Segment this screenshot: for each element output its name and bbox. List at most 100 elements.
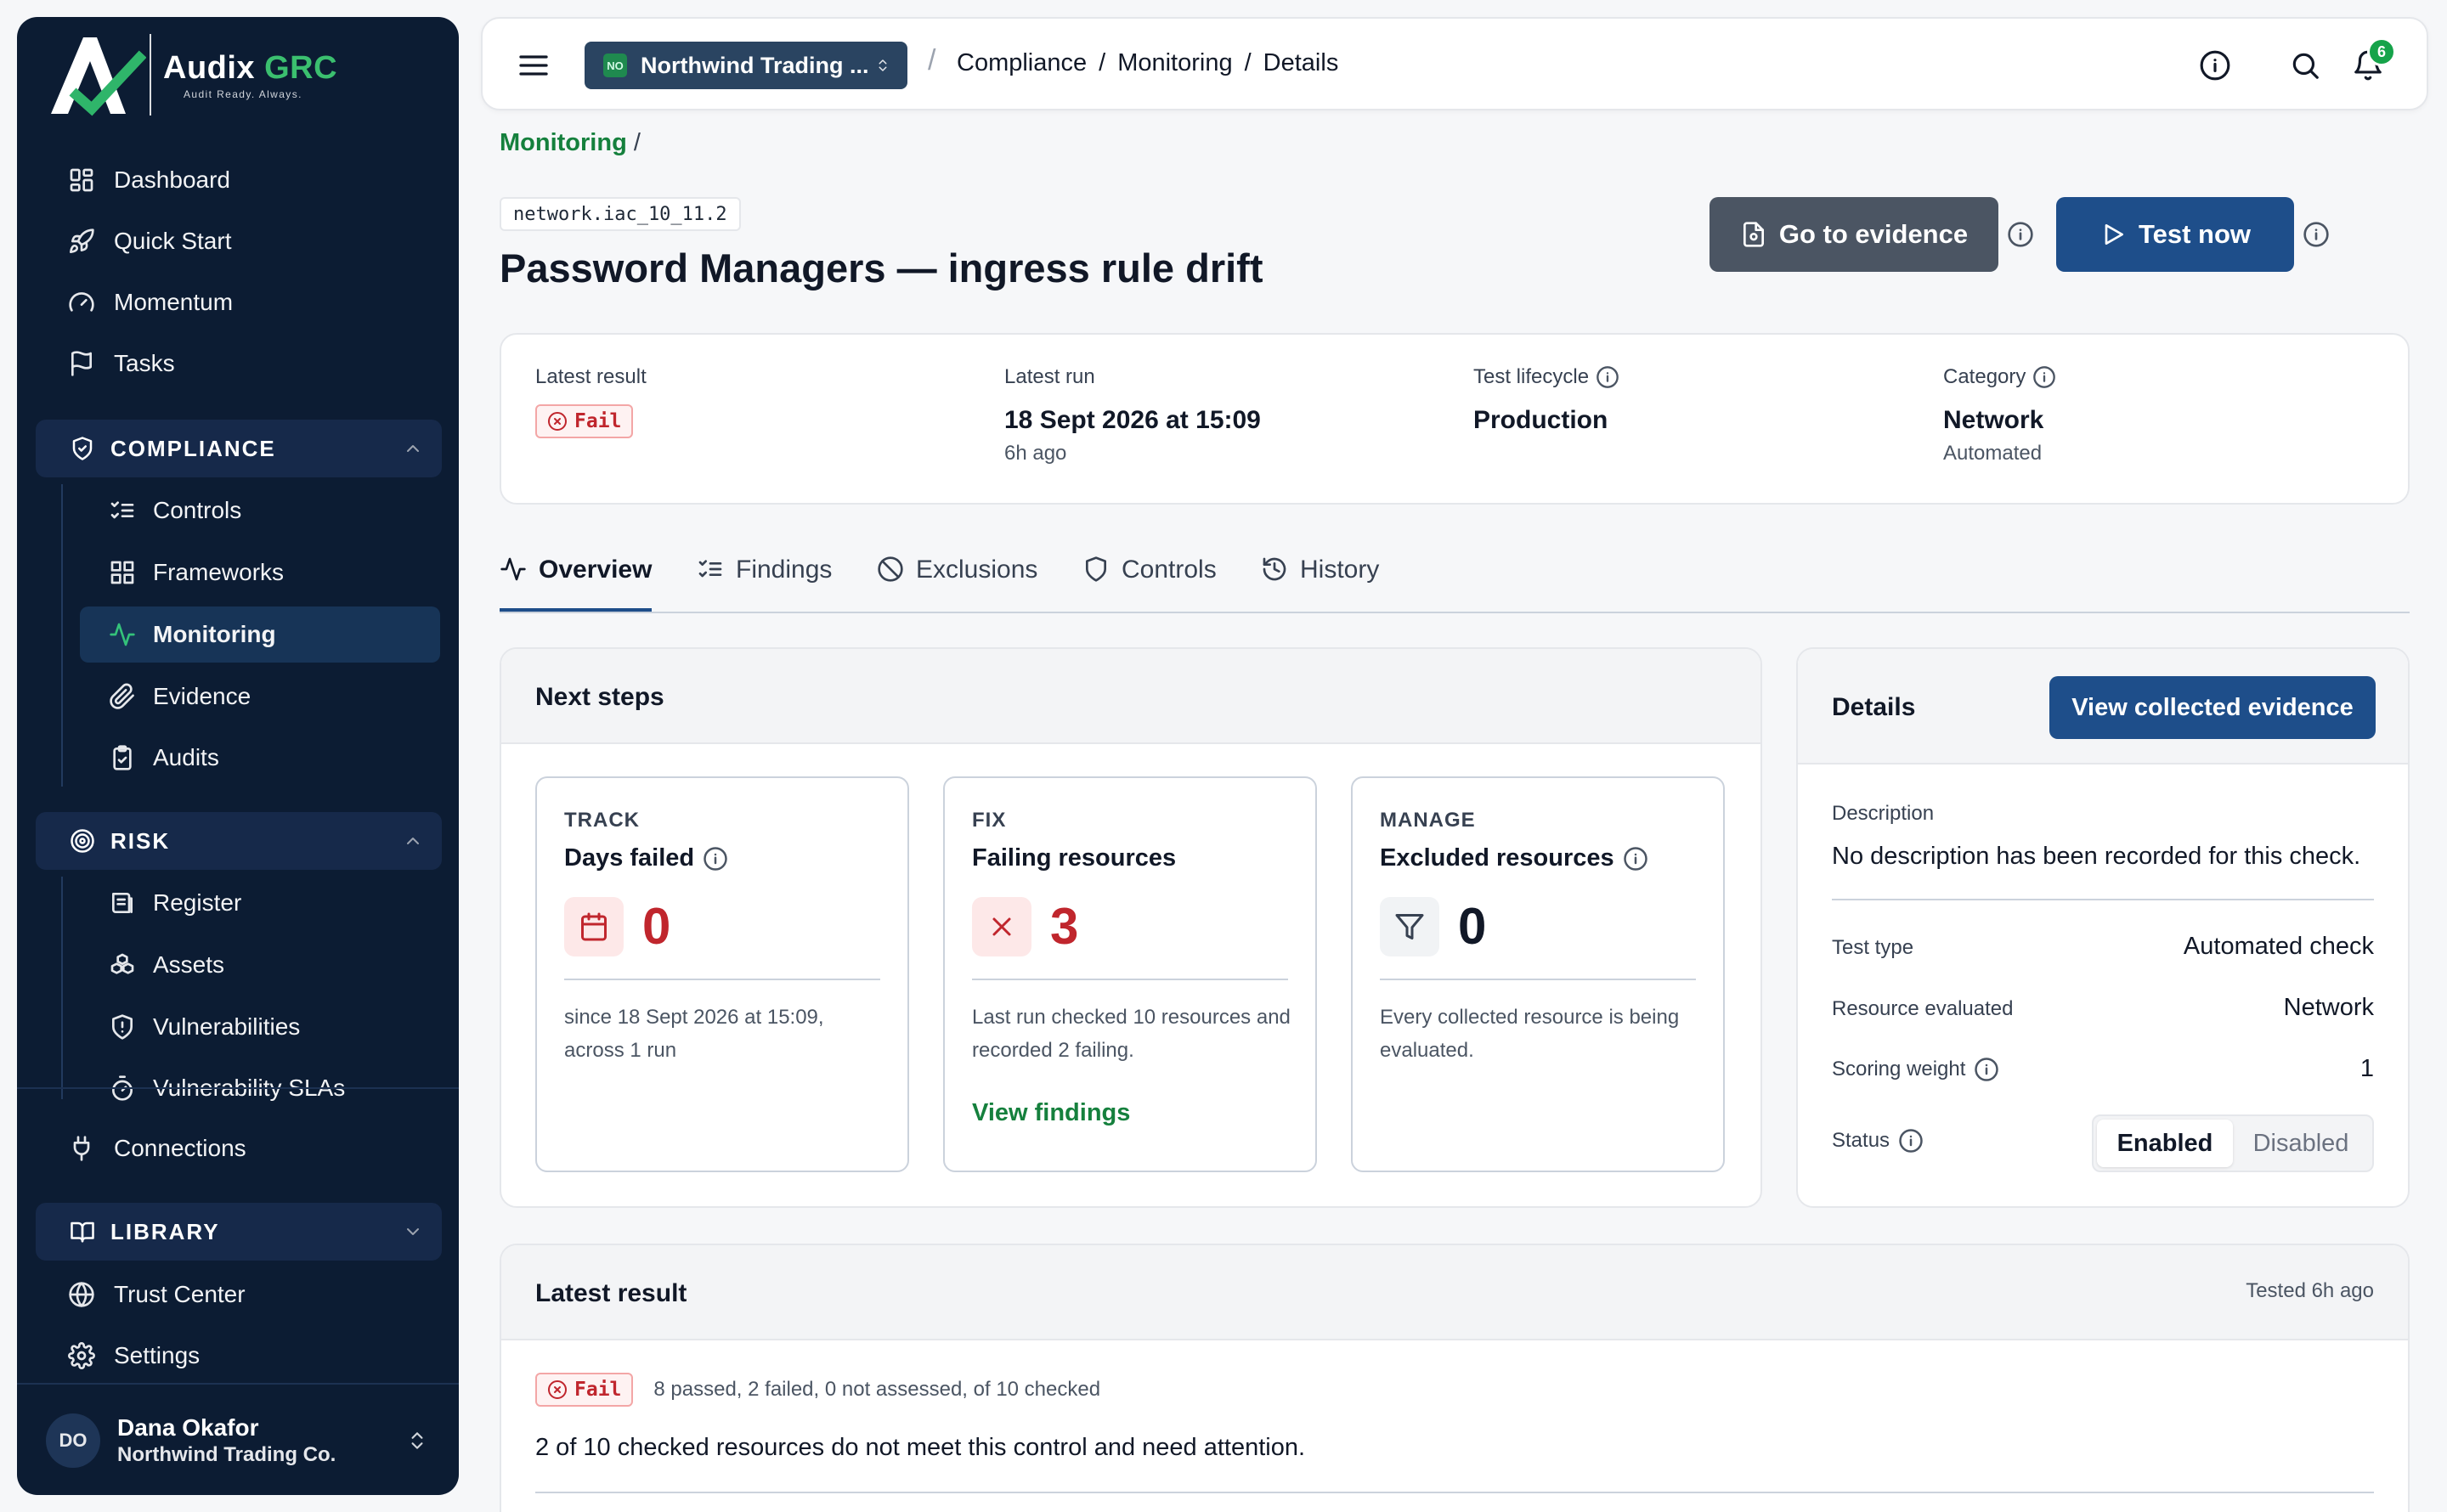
- view-collected-evidence-button[interactable]: View collected evidence: [2049, 676, 2376, 739]
- ban-icon: [878, 556, 903, 582]
- go-to-evidence-button[interactable]: Go to evidence: [1710, 197, 1998, 272]
- breadcrumb-separator: /: [633, 129, 641, 156]
- monitoring-link[interactable]: Monitoring: [500, 129, 627, 156]
- info-icon[interactable]: [2199, 49, 2231, 82]
- summary-value: Network: [1943, 406, 2044, 434]
- sidebar-item-quick-start[interactable]: Quick Start: [34, 214, 442, 268]
- calendar-icon-box: [564, 897, 624, 956]
- info-icon[interactable]: [2032, 365, 2056, 389]
- sidebar-item-label: Register: [153, 889, 242, 916]
- group-risk[interactable]: RISK: [36, 812, 442, 870]
- sidebar-item-controls[interactable]: Controls: [80, 482, 440, 539]
- user-menu[interactable]: DO Dana Okafor Northwind Trading Co.: [17, 1386, 459, 1495]
- info-icon[interactable]: [1974, 1057, 1999, 1082]
- compliance-tree-line: [61, 484, 63, 787]
- summary-lifecycle: Test lifecycle Production: [1473, 365, 1619, 435]
- tab-label: Exclusions: [916, 556, 1038, 584]
- sidebar-item-evidence[interactable]: Evidence: [80, 669, 440, 725]
- days-failed-count: 0: [642, 898, 671, 955]
- panel-header: Details View collected evidence: [1798, 649, 2408, 764]
- target-icon: [71, 829, 94, 853]
- breadcrumb: Compliance / Monitoring / Details: [957, 49, 1338, 77]
- sidebar-item-frameworks[interactable]: Frameworks: [80, 544, 440, 601]
- search-icon[interactable]: [2289, 49, 2321, 82]
- sidebar-item-label: Frameworks: [153, 559, 285, 585]
- grid-icon: [110, 561, 134, 584]
- menu-icon[interactable]: [517, 48, 551, 82]
- card-description: since 18 Sept 2026 at 15:09, across 1 ru…: [564, 1006, 824, 1062]
- boxes-icon: [110, 953, 134, 974]
- sidebar-item-vulnerabilities[interactable]: Vulnerabilities: [80, 999, 440, 1055]
- dashboard-icon: [70, 168, 93, 192]
- tab-exclusions[interactable]: Exclusions: [877, 556, 1037, 612]
- top-bar: NO Northwind Trading ... / Compliance / …: [481, 17, 2428, 110]
- tab-findings[interactable]: Findings: [697, 556, 832, 612]
- group-library[interactable]: LIBRARY: [36, 1203, 442, 1261]
- description-value: No description has been recorded for thi…: [1832, 843, 2361, 870]
- chevron-down-icon[interactable]: [403, 1221, 423, 1242]
- chevron-up-icon[interactable]: [403, 831, 423, 851]
- tab-overview[interactable]: Overview: [500, 556, 653, 612]
- plug-icon: [73, 1136, 90, 1161]
- sidebar-item-label: Momentum: [114, 289, 234, 315]
- status-badge-text: Fail: [574, 410, 622, 432]
- sidebar-item-connections[interactable]: Connections: [34, 1121, 442, 1176]
- breadcrumb-compliance[interactable]: Compliance: [957, 49, 1087, 77]
- info-icon[interactable]: [1623, 846, 1648, 872]
- info-icon[interactable]: [2007, 221, 2034, 248]
- status-badge: Fail: [535, 404, 634, 438]
- card-title: Failing resources: [972, 844, 1177, 872]
- tab-bar: Overview Findings Exclusions Controls Hi…: [500, 550, 2410, 613]
- sidebar-item-monitoring[interactable]: Monitoring: [80, 606, 440, 663]
- status-badge-text: Fail: [574, 1379, 622, 1401]
- paperclip-icon: [110, 683, 134, 709]
- info-icon[interactable]: [1898, 1128, 1924, 1154]
- breadcrumb-details: Details: [1263, 49, 1339, 76]
- status-label: Status: [1832, 1128, 1924, 1154]
- sidebar-item-label: Quick Start: [114, 228, 232, 254]
- brand-logo[interactable]: Audix GRC Audit Ready. Always.: [44, 27, 337, 122]
- tab-controls[interactable]: Controls: [1082, 556, 1217, 612]
- track-card: TRACK Days failed 0 since 18 Sept 2026 a…: [535, 776, 909, 1172]
- globe-icon: [69, 1282, 94, 1307]
- sidebar-item-trust-center[interactable]: Trust Center: [34, 1267, 442, 1322]
- breadcrumb-monitoring[interactable]: Monitoring: [1117, 49, 1232, 77]
- latest-result-panel: Latest result Tested 6h ago Fail 8 passe…: [500, 1244, 2410, 1512]
- sidebar-item-settings[interactable]: Settings: [34, 1329, 442, 1383]
- sidebar-item-register[interactable]: Register: [80, 875, 440, 931]
- test-now-button[interactable]: Test now: [2056, 197, 2294, 272]
- tab-history[interactable]: History: [1261, 556, 1379, 612]
- sidebar-divider: [17, 1087, 459, 1089]
- panel-title: Latest result: [535, 1279, 687, 1307]
- summary-value: Production: [1473, 406, 1608, 434]
- sidebar-item-dashboard[interactable]: Dashboard: [34, 153, 442, 207]
- chevron-up-icon[interactable]: [403, 438, 423, 459]
- test-type-value: Automated check: [2183, 933, 2374, 960]
- info-icon[interactable]: [2303, 221, 2330, 248]
- org-switcher[interactable]: NO Northwind Trading ...: [585, 42, 907, 89]
- view-findings-link[interactable]: View findings: [972, 1099, 1130, 1127]
- group-compliance[interactable]: COMPLIANCE: [36, 420, 442, 477]
- sidebar-item-assets[interactable]: Assets: [80, 937, 440, 993]
- sidebar: Audix GRC Audit Ready. Always. Dashboard…: [17, 17, 459, 1495]
- sidebar-item-audits[interactable]: Audits: [80, 730, 440, 786]
- org-name: Northwind Trading ...: [641, 52, 869, 78]
- sidebar-item-label: Controls: [153, 497, 242, 523]
- info-icon[interactable]: [703, 846, 728, 872]
- sidebar-item-tasks[interactable]: Tasks: [34, 336, 442, 391]
- activity-icon: [500, 557, 526, 581]
- info-icon[interactable]: [1596, 365, 1619, 389]
- card-divider: [972, 979, 1288, 980]
- card-divider: [1380, 979, 1696, 980]
- status-disabled-option[interactable]: Disabled: [2233, 1120, 2369, 1167]
- file-icon: [1743, 222, 1764, 247]
- status-enabled-option[interactable]: Enabled: [2097, 1120, 2233, 1167]
- sidebar-item-label: Monitoring: [153, 621, 276, 647]
- summary-latest-result: Latest result Fail: [535, 365, 647, 438]
- chevrons-up-down-icon: [879, 59, 887, 71]
- description-label: Description: [1832, 802, 1935, 825]
- rocket-icon: [70, 228, 94, 253]
- sidebar-item-momentum[interactable]: Momentum: [34, 275, 442, 330]
- summary-label: Category: [1943, 365, 2056, 389]
- result-counts: 8 passed, 2 failed, 0 not assessed, of 1…: [653, 1378, 1101, 1401]
